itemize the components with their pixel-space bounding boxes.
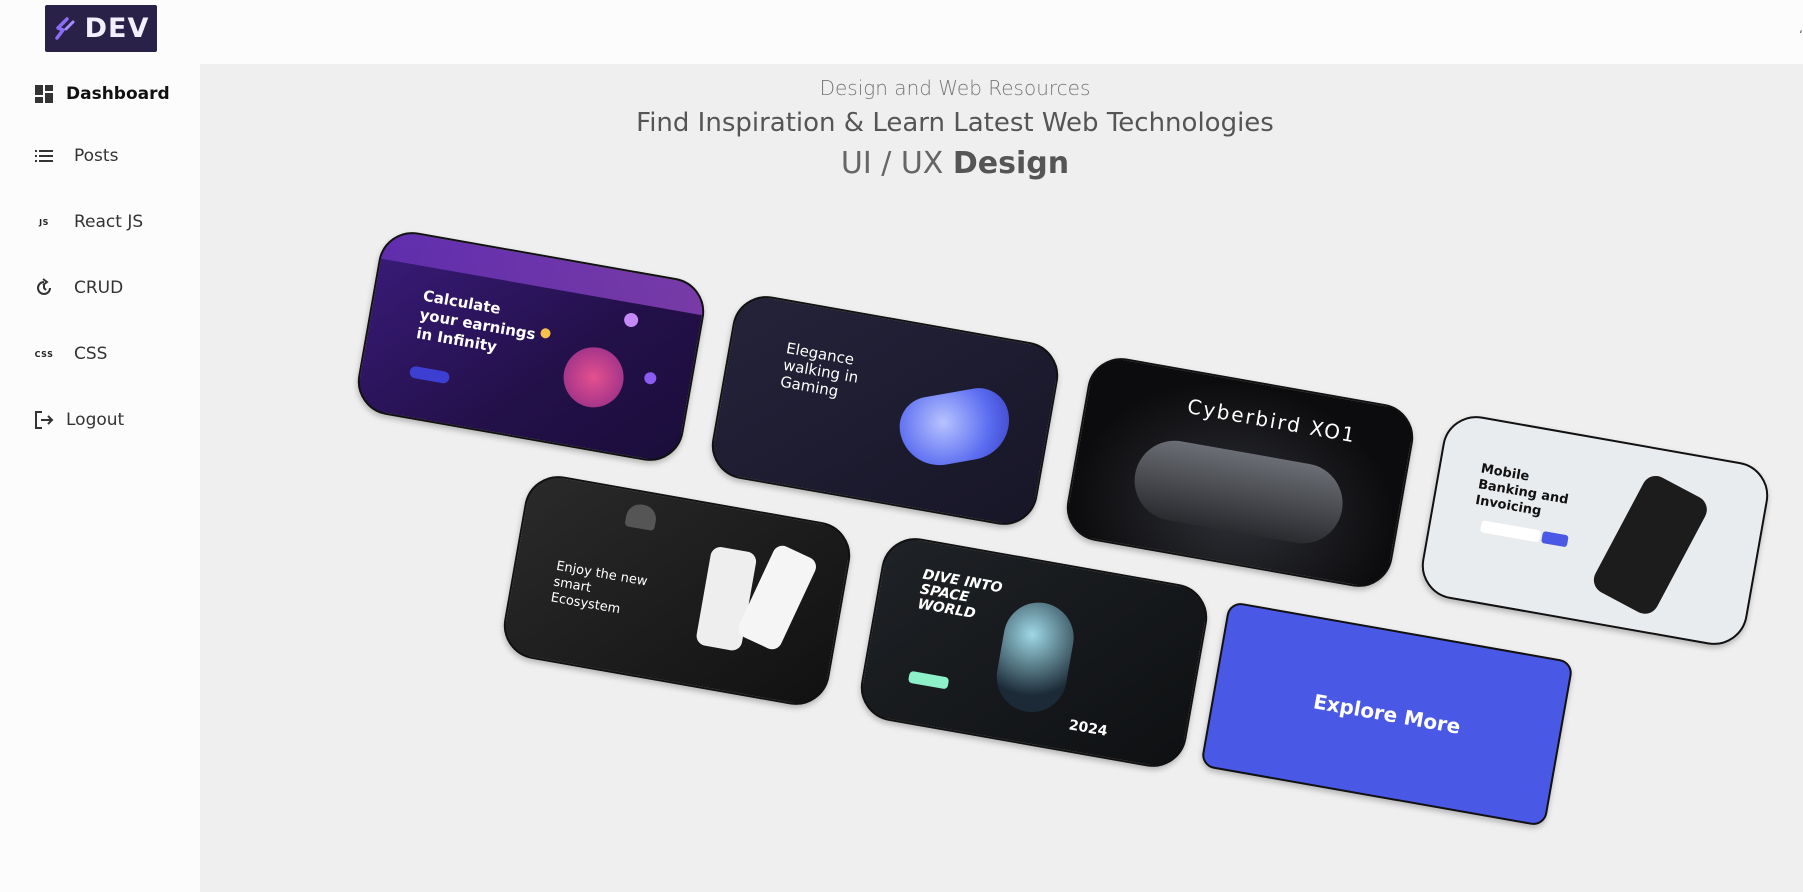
card-headline: Calculate your earnings in Infinity bbox=[415, 286, 537, 356]
logo[interactable]: DEV bbox=[45, 5, 157, 52]
sidebar-item-label: Dashboard bbox=[66, 84, 170, 104]
card-headline: DIVE INTO SPACE WORLD bbox=[916, 566, 1004, 623]
planet-graphic bbox=[539, 327, 552, 340]
refresh-icon bbox=[34, 278, 54, 298]
drone-graphic bbox=[1128, 434, 1349, 550]
card-cta bbox=[907, 670, 950, 690]
js-icon: JS bbox=[39, 217, 49, 227]
list-icon bbox=[34, 146, 54, 166]
planet-graphic bbox=[623, 311, 640, 329]
card-cta bbox=[1541, 530, 1569, 548]
lamp-graphic bbox=[624, 502, 659, 532]
sidebar-item-react-js[interactable]: JS React JS bbox=[34, 212, 143, 232]
page-eyebrow: Design and Web Resources bbox=[819, 76, 1091, 100]
css-icon: CSS bbox=[34, 349, 54, 359]
sidebar-item-logout[interactable]: Logout bbox=[34, 410, 124, 430]
planet-graphic bbox=[558, 342, 629, 413]
card-headline: Mobile Banking and Invoicing bbox=[1474, 461, 1570, 520]
sidebar-item-label: React JS bbox=[74, 212, 144, 232]
card-headline: Elegance walking in Gaming bbox=[778, 339, 860, 401]
sidebar: Dashboard Posts JS React JS CRUD CSS CSS… bbox=[0, 64, 200, 892]
card-headline: Enjoy the new smart Ecosystem bbox=[549, 558, 649, 618]
card-year: 2024 bbox=[1067, 717, 1109, 740]
phone-graphic bbox=[1588, 471, 1712, 619]
logo-text: DEV bbox=[84, 13, 150, 44]
sidebar-item-posts[interactable]: Posts bbox=[34, 146, 118, 166]
dashboard-icon bbox=[34, 84, 54, 104]
logout-icon bbox=[34, 410, 54, 430]
sidebar-item-crud[interactable]: CRUD bbox=[34, 278, 123, 298]
page-subtitle: UI / UX Design bbox=[200, 146, 1710, 181]
sidebar-item-dashboard[interactable]: Dashboard bbox=[34, 84, 170, 104]
subtitle-bold: Design bbox=[952, 146, 1070, 181]
subtitle-prefix: UI / UX bbox=[840, 146, 953, 181]
explore-more-label: Explore More bbox=[1311, 689, 1463, 739]
sidebar-item-label: CRUD bbox=[74, 278, 124, 298]
sidebar-item-label: CSS bbox=[74, 344, 108, 364]
gamepad-graphic bbox=[894, 383, 1016, 472]
page-title: Find Inspiration & Learn Latest Web Tech… bbox=[636, 108, 1274, 138]
planet-graphic bbox=[643, 371, 658, 386]
card-cta bbox=[408, 365, 451, 385]
sidebar-item-label: Logout bbox=[66, 410, 125, 430]
edge-glyph: ‘ bbox=[1799, 28, 1803, 42]
sidebar-item-css[interactable]: CSS CSS bbox=[34, 344, 108, 364]
sidebar-item-label: Posts bbox=[74, 146, 119, 166]
card-input bbox=[1479, 520, 1542, 543]
top-bar: DEV ‘ bbox=[0, 0, 1803, 64]
card-headline: Cyberbird XO1 bbox=[1185, 394, 1359, 448]
code-logo-icon bbox=[54, 16, 75, 40]
